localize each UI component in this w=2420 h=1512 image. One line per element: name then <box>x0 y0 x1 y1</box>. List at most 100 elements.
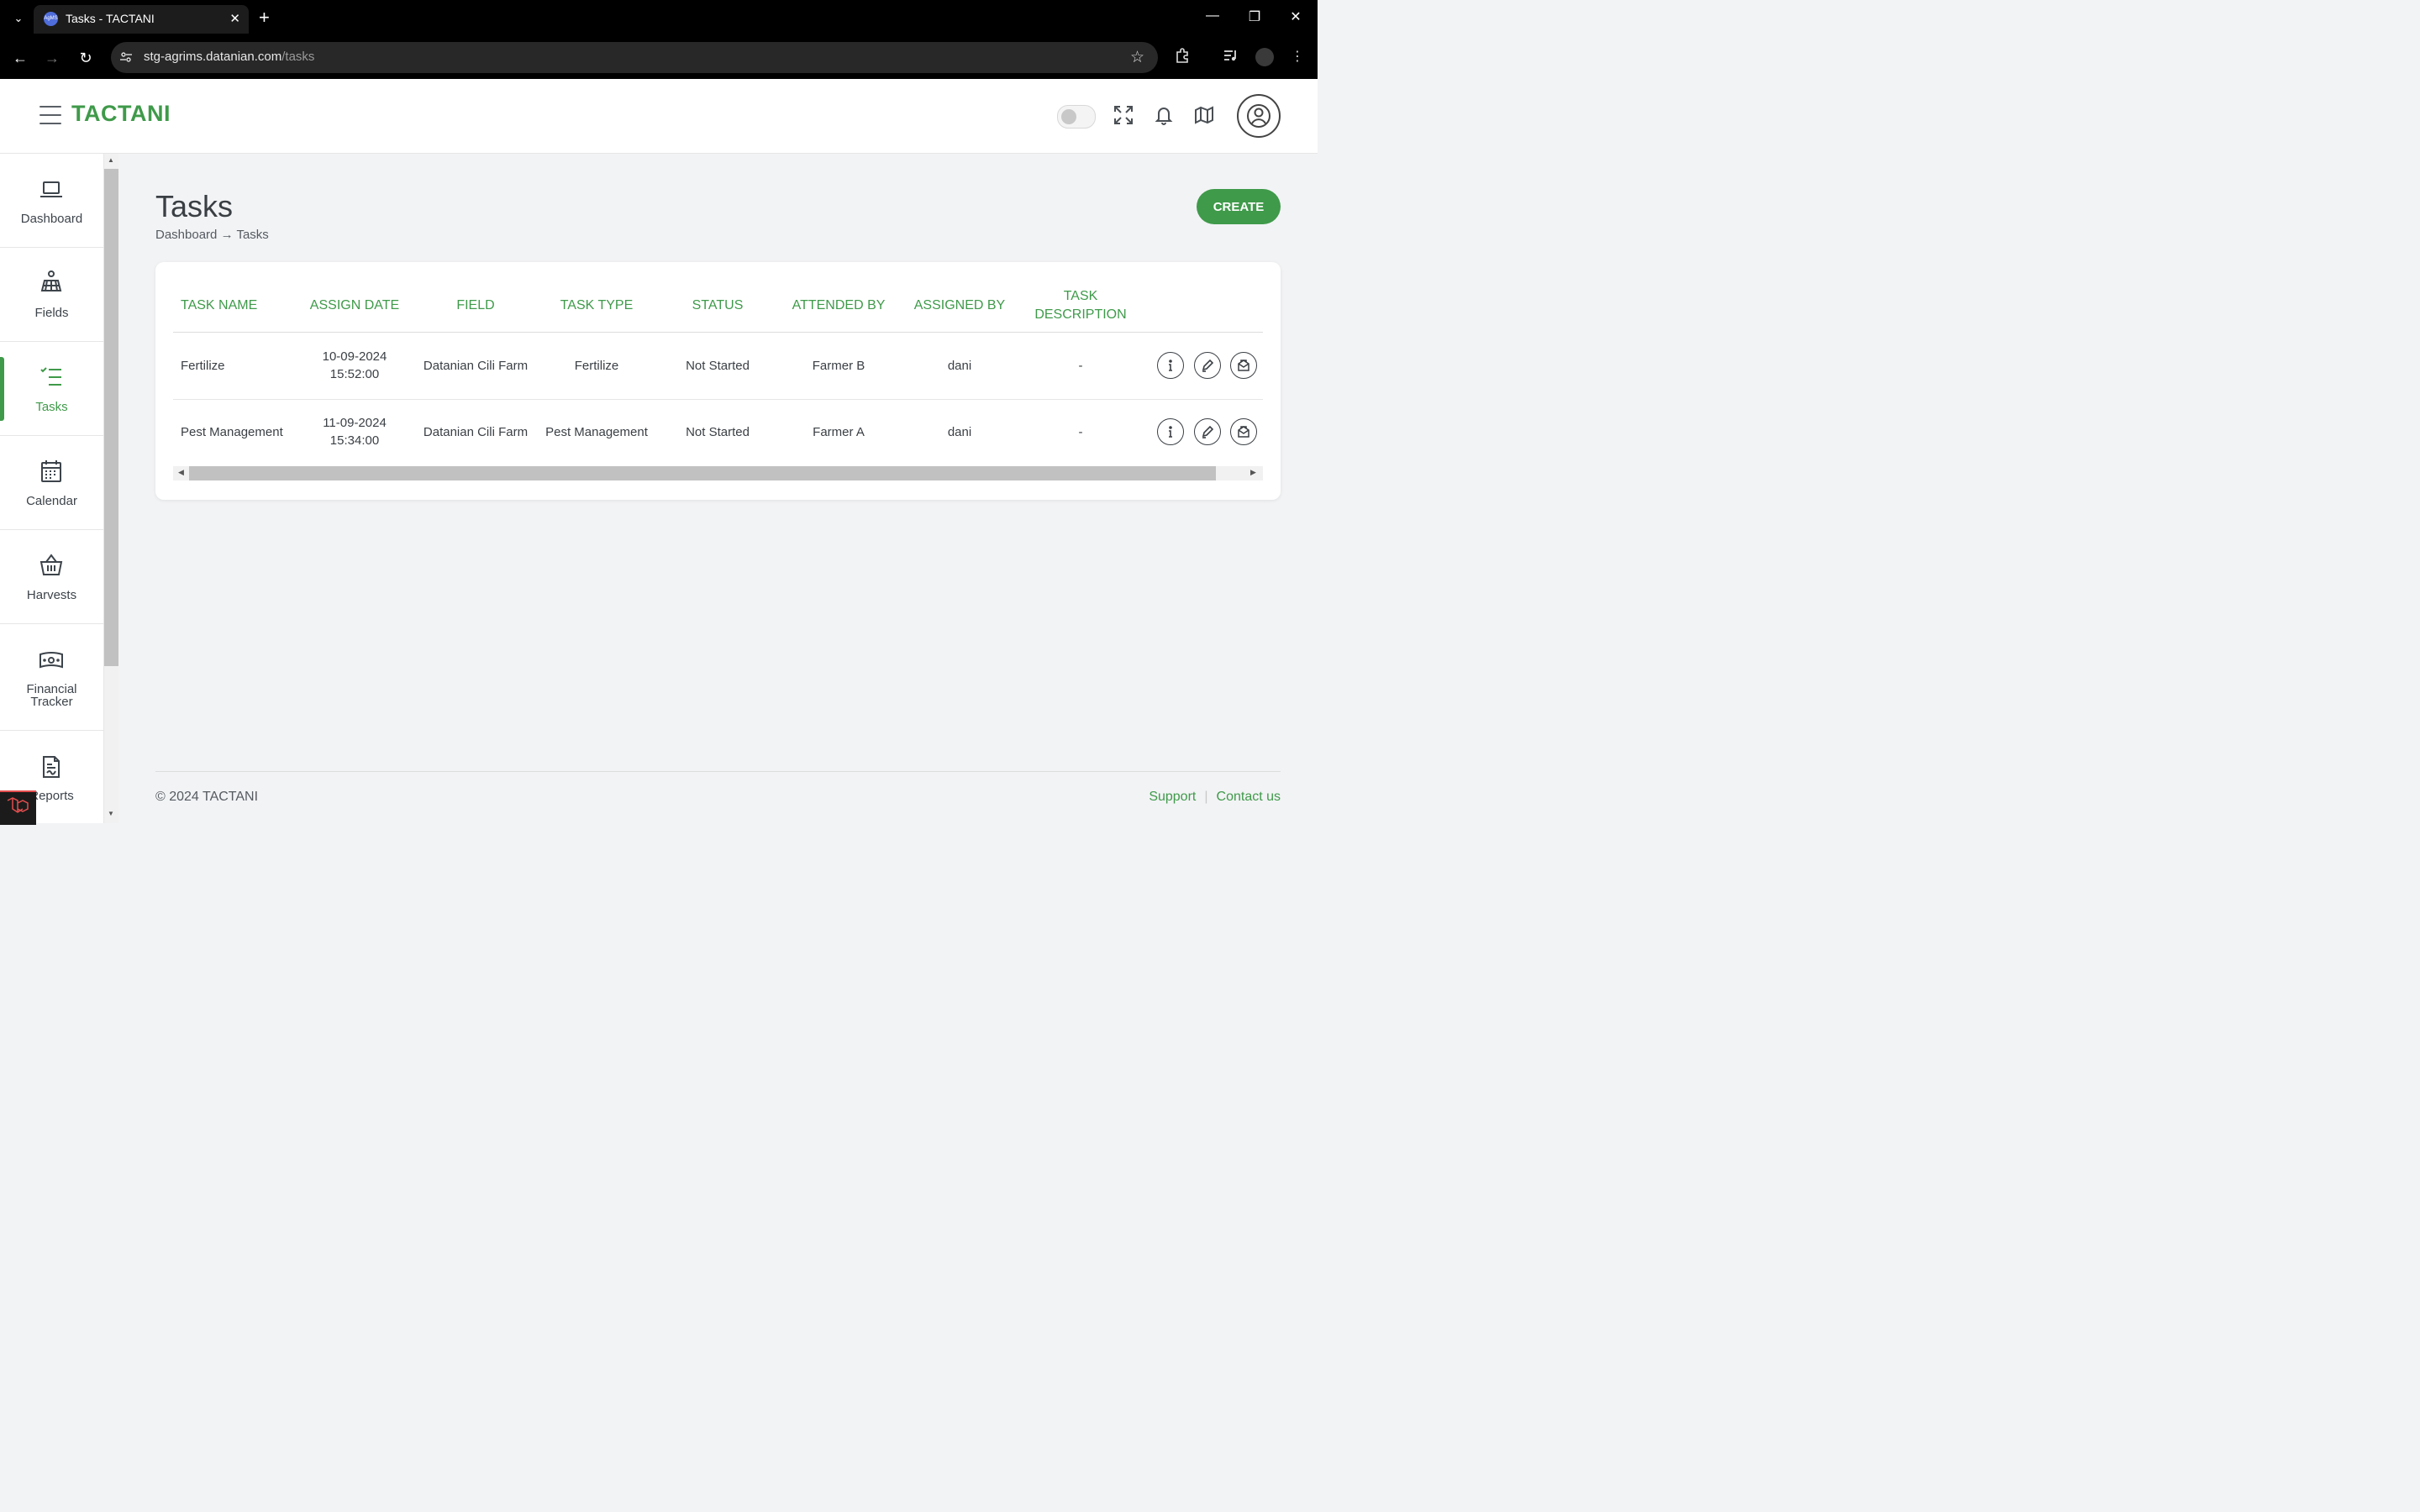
footer-links: Support | Contact us <box>1149 790 1281 805</box>
scroll-down-arrow-icon[interactable]: ▼ <box>108 810 114 817</box>
notification-bell-icon[interactable] <box>1153 104 1175 126</box>
sidebar-item-dashboard[interactable]: Dashboard <box>0 154 103 248</box>
table-horizontal-scrollbar[interactable]: ◀ ▶ <box>173 466 1263 480</box>
cell-assign-date-time: 15:34:00 <box>329 433 380 448</box>
edit-button[interactable] <box>1194 352 1221 379</box>
sidebar-scrollbar[interactable]: ▲ ▼ <box>104 154 118 823</box>
scrollbar-thumb[interactable] <box>104 169 118 666</box>
info-button[interactable] <box>1157 418 1184 445</box>
footer-copyright: © 2024 TACTANI <box>155 790 259 804</box>
cell-assign-date-time: 15:52:00 <box>329 367 380 381</box>
contact-us-link[interactable]: Contact us <box>1217 790 1281 804</box>
breadcrumb-dashboard-link[interactable]: Dashboard <box>155 228 217 242</box>
window-close-icon[interactable]: ✕ <box>1283 8 1308 25</box>
scroll-right-arrow-icon[interactable]: ▶ <box>1250 468 1256 477</box>
address-bar[interactable]: stg-agrims.datanian.com/tasks ☆ <box>111 42 1158 73</box>
sidebar-item-tasks[interactable]: Tasks <box>0 342 103 436</box>
cell-task-type: Fertilize <box>574 359 619 373</box>
tab-title: Tasks - TACTANI <box>66 12 155 25</box>
info-icon <box>1169 426 1172 438</box>
column-header-task-description: TASK DESCRIPTION <box>1026 287 1135 324</box>
cell-task-description: - <box>1078 425 1083 439</box>
user-avatar-icon[interactable] <box>1237 94 1281 138</box>
column-header-assign-date: ASSIGN DATE <box>309 298 400 312</box>
message-button[interactable] <box>1230 352 1257 379</box>
message-button[interactable] <box>1230 418 1257 445</box>
site-info-icon[interactable] <box>119 50 133 64</box>
create-button[interactable]: CREATE <box>1197 189 1281 224</box>
sidebar-item-calendar[interactable]: Calendar <box>0 436 103 530</box>
bookmark-star-icon[interactable]: ☆ <box>1130 48 1144 67</box>
theme-toggle[interactable] <box>1057 105 1096 129</box>
scroll-left-arrow-icon[interactable]: ◀ <box>178 468 184 477</box>
support-link[interactable]: Support <box>1149 790 1196 804</box>
info-icon <box>1169 360 1172 371</box>
footer-divider <box>155 771 1281 772</box>
page-title: Tasks <box>155 189 234 223</box>
task-list-icon <box>39 365 64 390</box>
info-button[interactable] <box>1157 352 1184 379</box>
browser-profile-avatar[interactable] <box>1255 48 1274 66</box>
minimize-icon[interactable]: — <box>1200 8 1225 24</box>
sidebar-item-label: Harvests <box>26 588 77 602</box>
pencil-icon <box>1202 425 1214 438</box>
sidebar-item-financial-tracker[interactable]: Financial Tracker <box>0 624 103 731</box>
reload-icon[interactable]: ↻ <box>75 47 97 69</box>
fullscreen-expand-icon[interactable] <box>1113 104 1134 126</box>
media-control-icon[interactable] <box>1221 47 1241 67</box>
tab-close-icon[interactable]: ✕ <box>229 11 240 26</box>
scroll-up-arrow-icon[interactable]: ▲ <box>108 156 114 164</box>
basket-icon <box>39 553 64 578</box>
column-header-field: FIELD <box>456 298 495 312</box>
sidebar-item-label: Calendar <box>26 494 77 508</box>
browser-menu-kebab-icon[interactable]: ⋮ <box>1287 47 1307 67</box>
header-divider <box>173 332 1263 333</box>
sidebar-item-label-line2: Tracker <box>30 695 73 709</box>
tab-list-chevron-icon[interactable]: ⌄ <box>10 10 27 27</box>
url-text: stg-agrims.datanian.com/tasks <box>144 50 314 64</box>
back-arrow-icon[interactable]: ← <box>9 47 31 69</box>
mail-icon <box>1238 360 1249 371</box>
breadcrumb: Dashboard → Tasks <box>155 228 269 242</box>
cell-field: Datanian Cili Farm <box>423 425 529 439</box>
column-header-status: STATUS <box>692 298 744 312</box>
row-divider <box>173 399 1263 400</box>
browser-tab[interactable]: AgMS Tasks - TACTANI ✕ <box>34 5 249 34</box>
extensions-puzzle-icon[interactable] <box>1173 47 1193 67</box>
hamburger-menu-icon[interactable] <box>39 106 61 124</box>
money-icon <box>39 648 64 673</box>
sidebar-item-fields[interactable]: Fields <box>0 248 103 342</box>
cell-attended-by: Farmer A <box>813 425 865 439</box>
cell-assign-date: 10-09-2024 15:52:00 <box>300 348 409 383</box>
cell-assign-date: 11-09-2024 15:34:00 <box>300 414 409 449</box>
cell-assign-date-date: 11-09-2024 <box>323 416 387 430</box>
brand-logo-text[interactable]: TACTANI <box>71 101 171 127</box>
map-icon[interactable] <box>1193 104 1215 126</box>
cell-assigned-by: dani <box>947 359 972 373</box>
cell-status: Not Started <box>686 425 750 439</box>
column-header-task-type: TASK TYPE <box>560 298 634 312</box>
restore-icon[interactable]: ❐ <box>1242 8 1267 25</box>
sidebar-item-harvests[interactable]: Harvests <box>0 530 103 624</box>
sidebar-item-label: Fields <box>34 306 69 320</box>
forward-arrow-icon[interactable]: → <box>41 47 63 69</box>
column-header-task-description-line2: DESCRIPTION <box>1034 307 1127 322</box>
column-header-assigned-by: ASSIGNED BY <box>913 298 1006 312</box>
cell-assign-date-date: 10-09-2024 <box>322 349 387 364</box>
column-header-attended-by: ATTENDED BY <box>792 298 886 312</box>
sidebar: Dashboard Fields Tasks Calendar Harvests… <box>0 154 104 823</box>
sidebar-item-label: Tasks <box>35 400 68 414</box>
column-header-task-name: TASK NAME <box>181 298 258 312</box>
cell-field: Datanian Cili Farm <box>423 359 529 373</box>
edit-button[interactable] <box>1194 418 1221 445</box>
url-host: stg-agrims.datanian.com <box>144 50 282 64</box>
pencil-icon <box>1202 359 1214 372</box>
browser-tab-bar: ⌄ AgMS Tasks - TACTANI ✕ + — ❐ ✕ <box>0 0 1318 37</box>
field-icon <box>39 269 64 294</box>
new-tab-plus-icon[interactable]: + <box>259 8 270 27</box>
breadcrumb-arrow-icon: → <box>220 228 234 242</box>
calendar-icon <box>39 459 64 484</box>
laravel-debugbar-icon[interactable] <box>0 790 36 825</box>
footer-separator: | <box>1204 790 1208 804</box>
scrollbar-thumb[interactable] <box>189 466 1216 480</box>
